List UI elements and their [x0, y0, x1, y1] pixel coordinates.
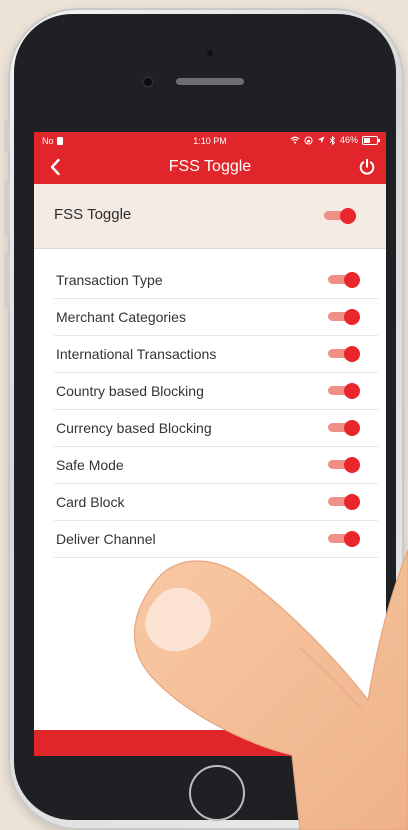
side-button-volume-down	[4, 252, 10, 308]
wifi-icon	[290, 136, 300, 144]
power-icon	[359, 158, 375, 175]
battery-percent: 46%	[339, 135, 358, 145]
setting-label: Merchant Categories	[56, 309, 186, 325]
rotation-lock-icon	[304, 136, 313, 144]
status-right: 46%	[290, 135, 380, 145]
setting-row-transaction-type: Transaction Type	[54, 262, 378, 299]
settings-list: Transaction Type Merchant Categories Int…	[54, 262, 378, 558]
location-icon	[317, 136, 325, 144]
battery-icon	[362, 135, 380, 145]
toggle-knob	[344, 457, 360, 473]
toggle-country-based-blocking[interactable]	[328, 383, 360, 399]
toggle-knob	[344, 346, 360, 362]
master-toggle-panel: FSS Toggle	[34, 184, 386, 249]
side-button-volume-up	[4, 180, 10, 236]
toggle-international-transactions[interactable]	[328, 346, 360, 362]
setting-label: Transaction Type	[56, 272, 163, 288]
toggle-knob	[344, 531, 360, 547]
setting-label: Safe Mode	[56, 457, 124, 473]
proximity-sensor	[207, 50, 213, 56]
bottom-action-bar[interactable]	[34, 730, 386, 756]
toggle-knob	[340, 208, 356, 224]
toggle-knob	[344, 494, 360, 510]
home-button[interactable]	[189, 765, 245, 821]
setting-label: Currency based Blocking	[56, 420, 212, 436]
navigation-bar: FSS Toggle	[34, 150, 386, 184]
toggle-transaction-type[interactable]	[328, 272, 360, 288]
toggle-safe-mode[interactable]	[328, 457, 360, 473]
setting-row-card-block: Card Block	[54, 484, 378, 521]
app-screen: No 1:10 PM 46% FSS Toggle FSS Toggle Tra…	[34, 132, 386, 756]
setting-row-country-based-blocking: Country based Blocking	[54, 373, 378, 410]
status-bar: No 1:10 PM 46%	[34, 132, 386, 150]
page-title: FSS Toggle	[168, 158, 252, 175]
setting-row-international-transactions: International Transactions	[54, 336, 378, 373]
setting-label: Country based Blocking	[56, 383, 204, 399]
earpiece-speaker	[176, 78, 244, 85]
toggle-knob	[344, 309, 360, 325]
toggle-knob	[344, 420, 360, 436]
toggle-merchant-categories[interactable]	[328, 309, 360, 325]
toggle-knob	[344, 272, 360, 288]
battery-level-fill	[364, 137, 370, 143]
side-button-mute	[4, 120, 10, 152]
setting-row-currency-based-blocking: Currency based Blocking	[54, 410, 378, 447]
setting-row-merchant-categories: Merchant Categories	[54, 299, 378, 336]
power-button[interactable]	[354, 154, 380, 180]
setting-row-deliver-channel: Deliver Channel	[54, 521, 378, 558]
toggle-knob	[344, 383, 360, 399]
toggle-deliver-channel[interactable]	[328, 531, 360, 547]
setting-label: Card Block	[56, 494, 125, 510]
front-camera	[142, 76, 154, 88]
setting-label: International Transactions	[56, 346, 217, 362]
toggle-card-block[interactable]	[328, 494, 360, 510]
toggle-currency-based-blocking[interactable]	[328, 420, 360, 436]
bluetooth-icon	[329, 135, 336, 145]
app-header: No 1:10 PM 46% FSS Toggle	[34, 132, 386, 184]
setting-row-safe-mode: Safe Mode	[54, 447, 378, 484]
master-toggle-switch[interactable]	[324, 208, 356, 224]
setting-label: Deliver Channel	[56, 531, 156, 547]
master-toggle-label: FSS Toggle	[54, 206, 132, 223]
